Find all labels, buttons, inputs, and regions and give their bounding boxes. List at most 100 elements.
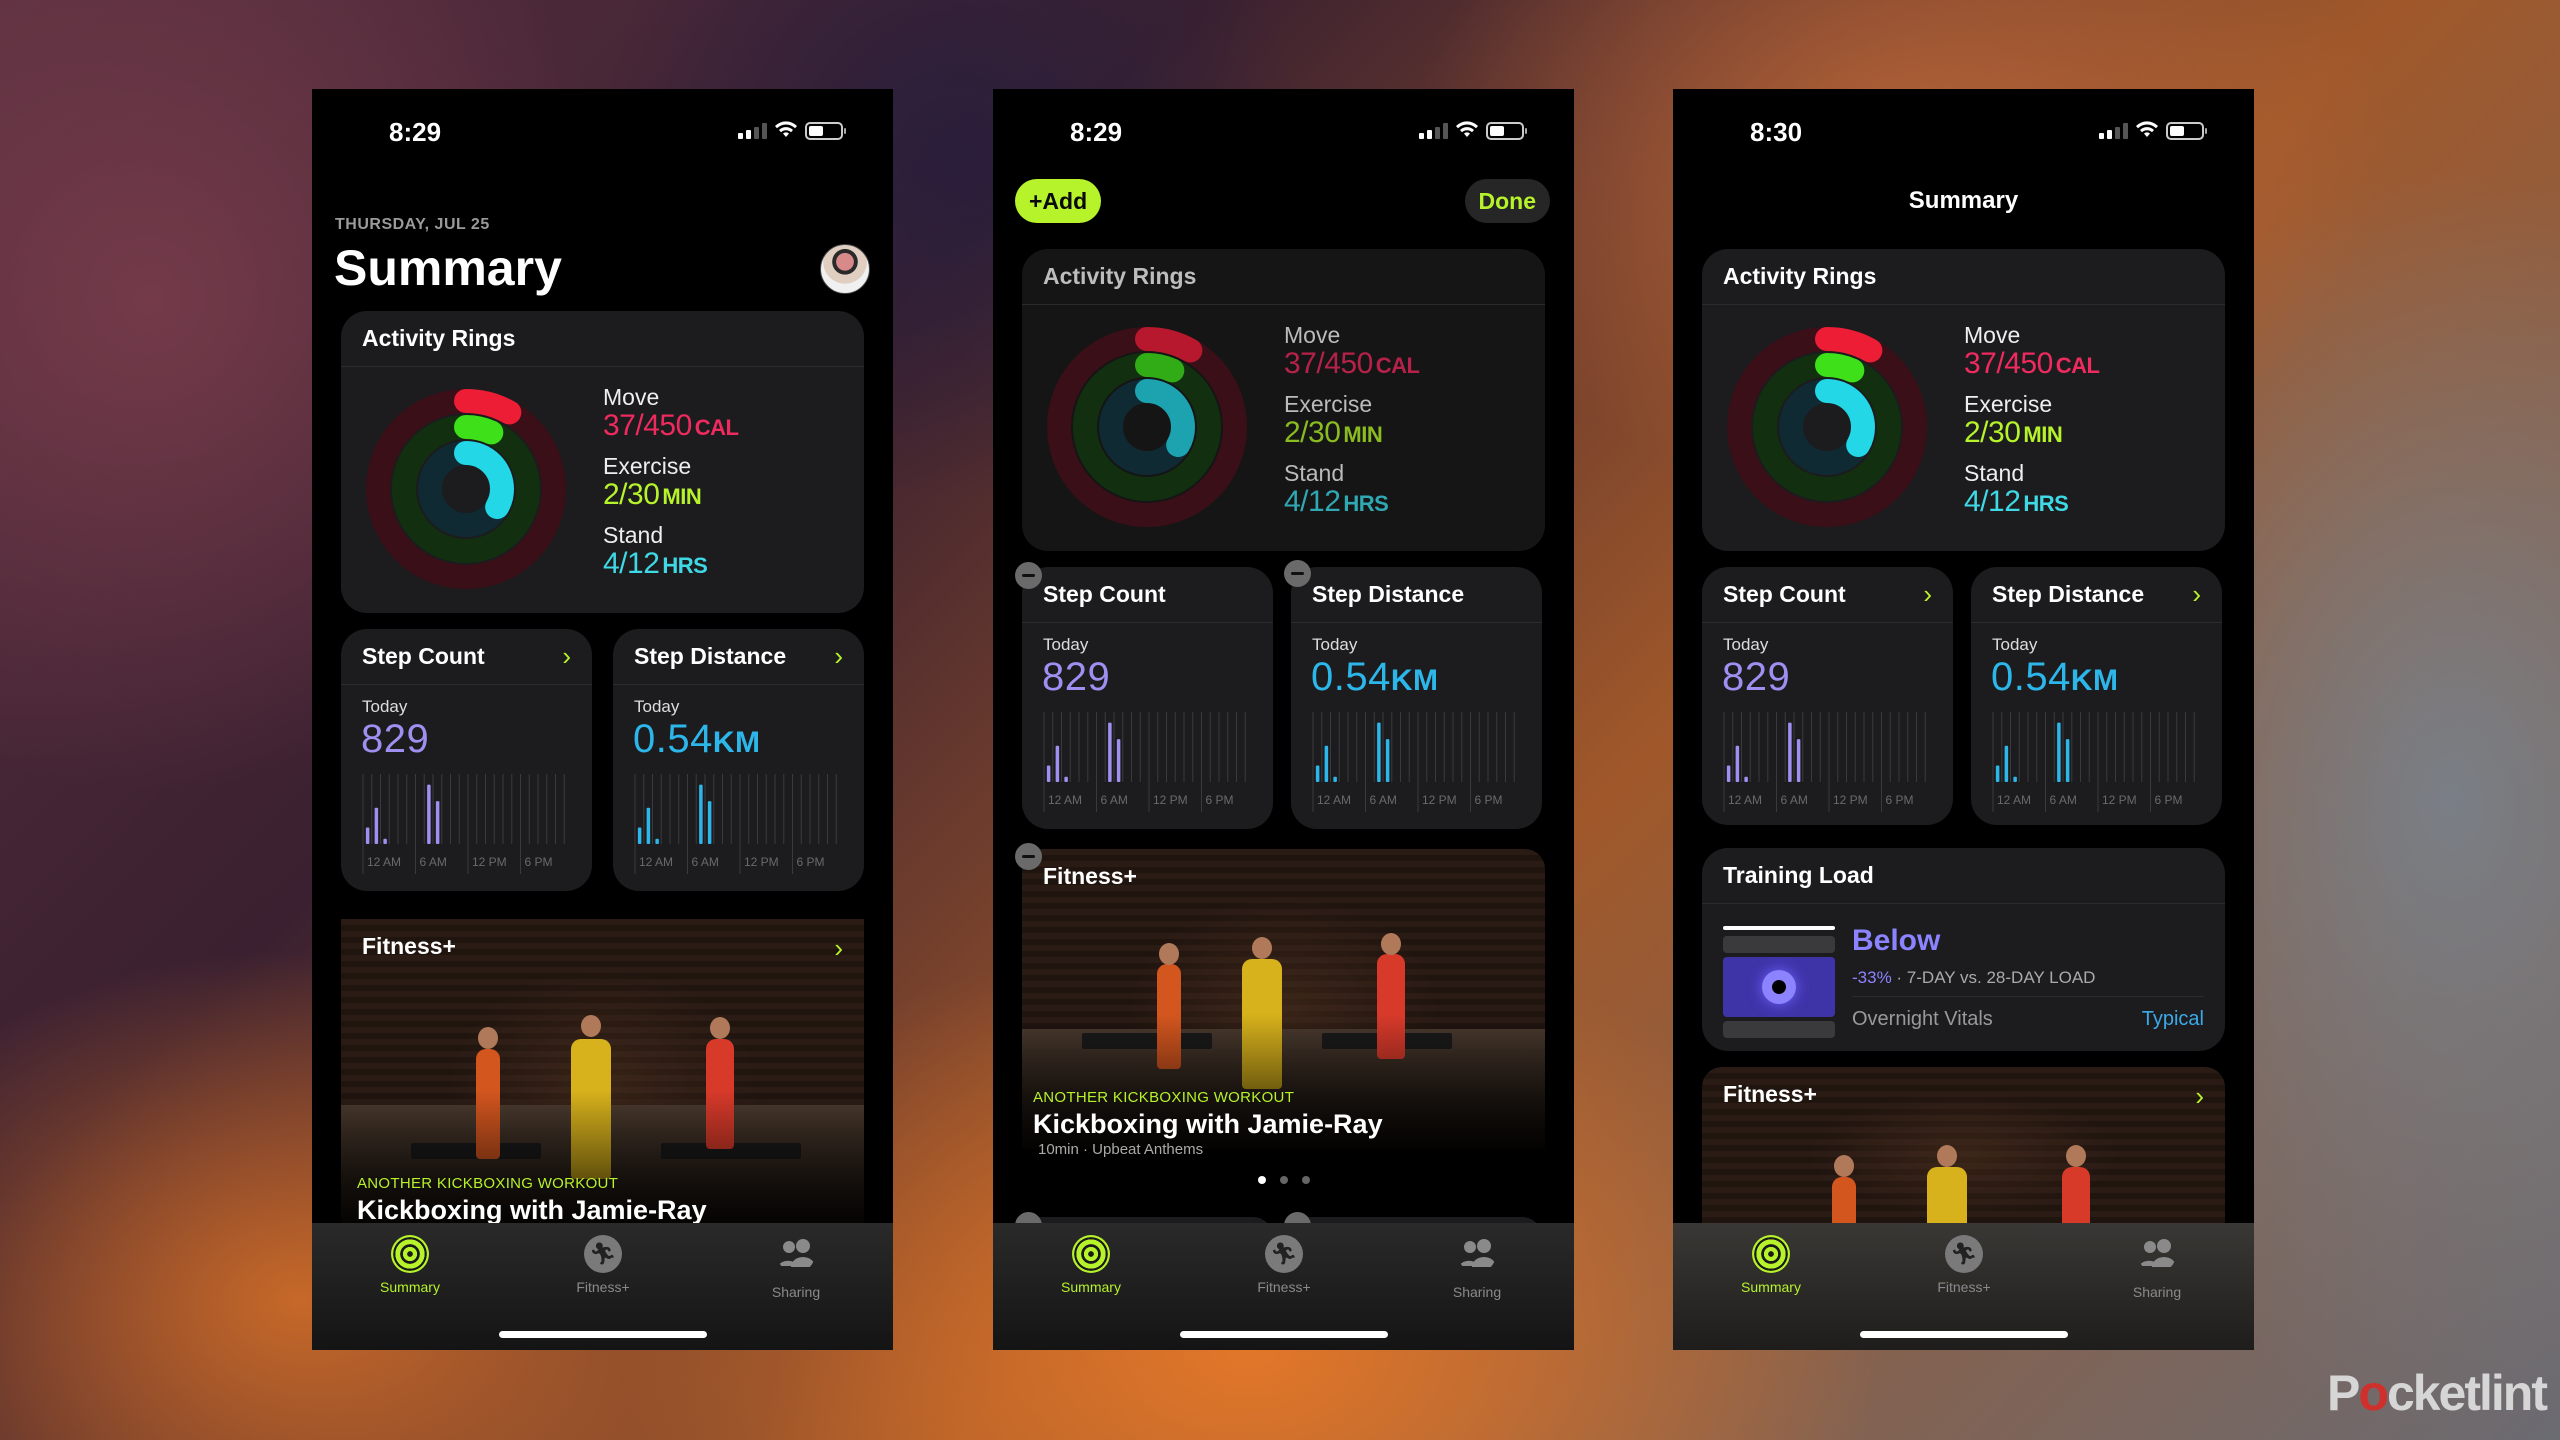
fitness-plus-card[interactable]: Fitness+ ANOTHER KICKBOXING WORKOUT Kick… [1022,849,1545,1149]
fitness-plus-card[interactable]: Fitness+ › ANOTHER KICKBOXING WORKOUT Kic… [341,919,864,1229]
axis-tick-label: 12 PM [1153,793,1188,807]
hour-bar [1744,776,1748,782]
carousel-page-indicator[interactable] [993,1176,1574,1184]
tab-sharing[interactable]: Sharing [736,1235,856,1300]
card-title: Step Count [1043,581,1166,607]
home-indicator[interactable] [1859,1331,2068,1338]
axis-tick-label: 12 AM [1728,793,1762,807]
stand-label: Stand [1964,460,2025,486]
chevron-right-icon: › [562,641,571,671]
page-dot[interactable] [1301,1176,1310,1184]
axis-tick-label: 6 AM [692,855,719,869]
tab-label: Fitness+ [1937,1279,1991,1295]
stand-value: 4/12 [1284,485,1341,518]
axis-tick-label: 6 PM [525,855,553,869]
move-unit: CAL [1375,353,1420,378]
avatar[interactable] [820,244,870,294]
battery-icon [1486,122,1527,140]
hour-bar [2065,739,2070,782]
stand-value: 4/12 [603,547,660,580]
axis-tick-label: 6 AM [420,855,447,869]
activity-rings-card[interactable]: Activity Rings Move 37/450 CAL Exercise 2… [1702,249,2225,551]
remove-step-count-button[interactable] [1015,562,1042,589]
activity-rings-card[interactable]: Activity Rings Move 37/450 CAL Exercise 2… [341,311,864,613]
wifi-icon [775,121,797,137]
stand-value: 4/12 [1964,485,2021,518]
tab-sharing[interactable]: Sharing [1417,1235,1537,1300]
training-load-status: Below [1852,924,1941,957]
tab-summary[interactable]: Summary [1031,1235,1151,1295]
fitness-title: Fitness+ [362,933,456,959]
axis-tick-label: 12 PM [1422,793,1457,807]
exercise-label: Exercise [1284,391,1373,417]
today-label: Today [1992,635,2038,654]
battery-icon [2166,122,2207,140]
step-count-value: 829 [361,717,430,761]
page-dot[interactable] [1257,1176,1266,1184]
hour-bar [435,801,440,844]
tab-fitness-plus[interactable]: 🏃︎ Fitness+ [1904,1235,2024,1295]
people-icon [2139,1239,2176,1267]
status-time: 8:29 [389,117,442,147]
hour-bar [1064,776,1068,782]
tab-label: Fitness+ [1257,1279,1311,1295]
step-distance-card[interactable]: Step Distance Today 0.54KM 12 AM 6 AM 12 P… [1291,567,1542,829]
remove-fitness-plus-button[interactable] [1015,843,1042,870]
tab-fitness-plus[interactable]: 🏃︎ Fitness+ [543,1235,663,1295]
stand-unit: HRS [662,553,708,578]
training-load-card[interactable]: Training Load Below -33% · 7-DAY vs. 28-… [1702,848,2225,1051]
axis-tick-label: 6 AM [1370,793,1397,807]
cellular-signal-icon [1419,123,1448,139]
hour-bar [707,801,712,844]
status-time: 8:29 [1070,117,1123,147]
exercise-value: 2/30 [1964,416,2021,449]
today-label: Today [634,697,680,716]
add-button[interactable]: +Add [1015,179,1102,223]
exercise-label: Exercise [1964,391,2053,417]
done-button[interactable]: Done [1464,179,1550,223]
hourly-steps-chart: 12 AM 6 AM 12 PM 6 PM [1043,712,1246,812]
wifi-icon [1456,121,1478,137]
step-distance-value: 0.54 [1991,655,2071,699]
step-count-value: 829 [1042,655,1111,699]
tab-summary[interactable]: Summary [1711,1235,1831,1295]
step-count-value: 829 [1722,655,1791,699]
fitness-plus-card[interactable]: Fitness+ › [1702,1067,2225,1227]
tab-fitness-plus[interactable]: 🏃︎ Fitness+ [1224,1235,1344,1295]
tab-summary[interactable]: Summary [350,1235,470,1295]
hour-bar [1385,739,1390,782]
step-distance-card[interactable]: Step Distance › Today 0.54KM 12 AM 6 AM 12 … [613,629,864,891]
page-dot[interactable] [1279,1176,1288,1184]
step-distance-card[interactable]: Step Distance › Today 0.54KM 12 AM 6 AM 12 … [1971,567,2222,825]
training-load-gauge-icon [1723,926,1835,1042]
stand-label: Stand [603,522,664,548]
home-indicator[interactable] [1179,1331,1388,1338]
home-indicator[interactable] [498,1331,707,1338]
hour-bar [1995,765,2000,782]
people-icon [778,1239,815,1267]
runner-icon: 🏃︎ [1945,1235,1983,1273]
hour-bar [646,807,651,844]
wifi-icon [2136,121,2158,137]
hour-bar [2013,776,2017,782]
activity-rings-icon [1047,327,1247,527]
card-title: Activity Rings [1043,263,1197,289]
tab-label: Summary [1061,1279,1121,1295]
hour-bar [699,784,703,844]
hour-bar [1116,739,1121,782]
step-count-card[interactable]: Step Count › Today 829 12 AM 6 AM 12 PM 6 PM [1702,567,1953,825]
move-label: Move [1284,322,1341,348]
pocketlint-watermark-logo: Pocketlint [2327,1365,2548,1421]
tab-sharing[interactable]: Sharing [2097,1235,2217,1300]
date-label: THURSDAY, JUL 25 [335,216,490,233]
activity-rings-card[interactable]: Activity Rings Move 37/450 CAL Exercise 2… [1022,249,1545,551]
activity-rings-icon [1727,327,1927,527]
hour-bar [1324,745,1329,782]
step-count-card[interactable]: Step Count › Today 829 12 AM 6 AM 12 PM 6 PM [341,629,592,891]
hour-bar [427,784,431,844]
step-count-card[interactable]: Step Count Today 829 12 AM 6 AM 12 PM 6 PM [1022,567,1273,829]
remove-step-distance-button[interactable] [1284,560,1311,587]
step-distance-unit: KM [2070,664,2119,697]
today-label: Today [1043,635,1089,654]
hour-bar [655,838,659,844]
